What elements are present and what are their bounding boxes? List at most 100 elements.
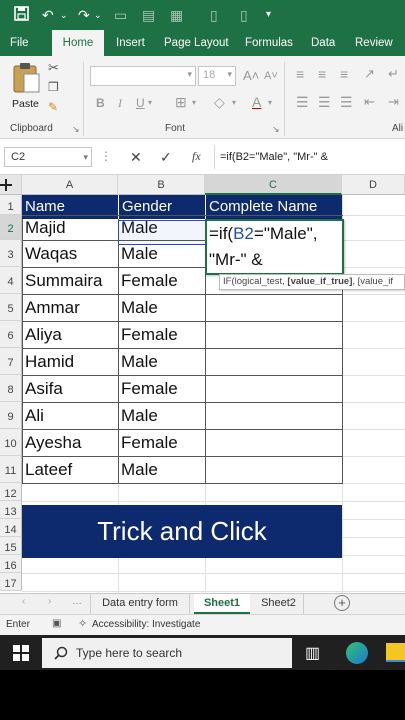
row-header-14[interactable]: 14 [0, 519, 22, 537]
open-folder-icon[interactable]: ▭ [114, 6, 127, 24]
row-header-1[interactable]: 1 [0, 195, 22, 215]
align-center-icon[interactable]: ☰ [318, 94, 331, 111]
row-header-12[interactable]: 12 [0, 483, 22, 501]
font-size-dropdown[interactable]: 18 ▾ [198, 66, 236, 86]
align-right-icon[interactable]: ☰ [340, 94, 353, 111]
macro-record-icon[interactable]: ▣ [52, 618, 61, 629]
format-painter-icon[interactable]: ✎ [48, 100, 58, 114]
row-header-7[interactable]: 7 [0, 348, 22, 375]
tab-more-icon[interactable]: … [72, 596, 82, 607]
task-view-icon[interactable]: ▥ [305, 643, 320, 663]
cell-name[interactable]: Majid [22, 215, 118, 240]
cell-gender[interactable]: Female [118, 375, 205, 402]
save-icon[interactable] [14, 6, 29, 25]
underline-button[interactable]: U [136, 96, 145, 110]
active-cell-editor[interactable]: =if(B2="Male", "Mr-" & [205, 219, 344, 275]
cell-name[interactable]: Ayesha [22, 429, 118, 456]
select-all-corner[interactable] [0, 175, 22, 195]
cell-gender[interactable]: Male [118, 348, 205, 375]
undo-icon[interactable]: ↶ [42, 6, 54, 24]
chevron-down-icon[interactable]: ▾ [268, 98, 272, 107]
chevron-down-icon[interactable]: ▾ [192, 98, 196, 107]
sheet-tab-sheet1[interactable]: Sheet1 [194, 594, 250, 614]
tab-file[interactable]: File [10, 30, 40, 56]
font-launcher-icon[interactable]: ↘ [272, 124, 280, 135]
bold-button[interactable]: B [96, 96, 105, 110]
column-header-b[interactable]: B [118, 175, 205, 195]
column-header-c[interactable]: C [205, 175, 342, 195]
redo-dropdown-icon[interactable]: ⌄ [94, 6, 102, 24]
cell-name[interactable]: Aliya [22, 321, 118, 348]
cell-name[interactable]: Ali [22, 402, 118, 429]
align-bottom-icon[interactable]: ≡ [340, 66, 348, 82]
taskbar-search-box[interactable]: Type here to search [42, 638, 292, 668]
insert-function-icon[interactable]: fx [192, 149, 201, 164]
align-middle-icon[interactable]: ≡ [318, 66, 326, 82]
file2-icon[interactable]: ▯ [240, 6, 248, 24]
orientation-icon[interactable]: ↗ [364, 66, 375, 82]
sheet-tab-data-entry-form[interactable]: Data entry form [90, 594, 190, 614]
scroll-left-icon[interactable]: ‹ [22, 596, 25, 607]
borders-icon[interactable]: ⊞ [175, 94, 187, 111]
column-header-a[interactable]: A [22, 175, 118, 195]
cell-gender[interactable]: Female [118, 321, 205, 348]
undo-dropdown-icon[interactable]: ⌄ [60, 6, 68, 24]
formula-input[interactable]: =if(B2="Male", "Mr-" & [220, 147, 405, 167]
row-header-5[interactable]: 5 [0, 294, 22, 321]
wrap-text-icon[interactable]: ↵ [388, 66, 399, 82]
align-left-icon[interactable]: ☰ [296, 94, 309, 111]
row-header-8[interactable]: 8 [0, 375, 22, 402]
worksheet-grid[interactable]: A B C D 1 2 3 4 5 6 7 8 9 10 11 12 13 14 15 16 17 Name G… [0, 175, 405, 593]
increase-indent-icon[interactable]: ⇥ [388, 94, 399, 110]
scroll-right-icon[interactable]: › [48, 596, 51, 607]
cell-name[interactable]: Lateef [22, 456, 118, 483]
more-options-icon[interactable]: ⋮ [100, 149, 112, 163]
redo-icon[interactable]: ↷ [78, 6, 90, 24]
cell-name[interactable]: Summaira [22, 267, 118, 294]
file-explorer-icon[interactable] [386, 643, 405, 662]
tab-data[interactable]: Data [311, 30, 341, 56]
increase-font-icon[interactable]: A˄ [243, 68, 259, 83]
cell-name[interactable]: Hamid [22, 348, 118, 375]
cell-gender[interactable]: Male [118, 294, 205, 321]
align-top-icon[interactable]: ≡ [296, 66, 304, 82]
tab-page-layout[interactable]: Page Layout [164, 30, 232, 56]
file-icon[interactable]: ▯ [210, 6, 218, 24]
cell-name[interactable]: Ammar [22, 294, 118, 321]
name-box[interactable]: C2 ▾ [4, 147, 92, 167]
cell-gender[interactable]: Female [118, 429, 205, 456]
clipboard-launcher-icon[interactable]: ↘ [72, 124, 80, 135]
column-header-d[interactable]: D [342, 175, 405, 195]
paste-button[interactable]: Paste [8, 60, 44, 114]
tab-home[interactable]: Home [52, 30, 104, 56]
fill-color-icon[interactable]: ◇ [214, 94, 225, 111]
cell-name[interactable]: Waqas [22, 240, 118, 267]
row-header-13[interactable]: 13 [0, 501, 22, 519]
cell-gender[interactable]: Male [118, 456, 205, 483]
sheet-tab-sheet2[interactable]: Sheet2 [254, 594, 304, 614]
accessibility-status[interactable]: Accessibility: Investigate [92, 619, 200, 630]
font-color-icon[interactable]: A [252, 94, 261, 110]
cell-gender[interactable]: Male [118, 402, 205, 429]
row-header-6[interactable]: 6 [0, 321, 22, 348]
function-tooltip[interactable]: IF(logical_test, [value_if_true], [value… [219, 274, 405, 290]
accessibility-icon[interactable]: ✧ [78, 617, 87, 630]
row-header-4[interactable]: 4 [0, 267, 22, 294]
row-header-10[interactable]: 10 [0, 429, 22, 456]
chevron-down-icon[interactable]: ▾ [232, 98, 236, 107]
cut-icon[interactable]: ✂ [48, 60, 59, 76]
cell-gender[interactable]: Female [118, 267, 205, 294]
font-name-dropdown[interactable]: ▾ [90, 66, 196, 86]
add-sheet-icon[interactable]: + [334, 595, 350, 611]
chevron-down-icon[interactable]: ▾ [148, 98, 152, 107]
decrease-indent-icon[interactable]: ⇤ [364, 94, 375, 110]
enter-entry-icon[interactable]: ✓ [160, 149, 172, 166]
row-header-3[interactable]: 3 [0, 240, 22, 267]
tab-review[interactable]: Review [355, 30, 395, 56]
customize-qat-icon[interactable]: ▾ [266, 6, 271, 24]
tab-insert[interactable]: Insert [116, 30, 156, 56]
windows-start-icon[interactable] [13, 645, 29, 661]
copy-icon[interactable]: ❐ [48, 80, 59, 94]
row-header-11[interactable]: 11 [0, 456, 22, 483]
row-header-16[interactable]: 16 [0, 555, 22, 573]
